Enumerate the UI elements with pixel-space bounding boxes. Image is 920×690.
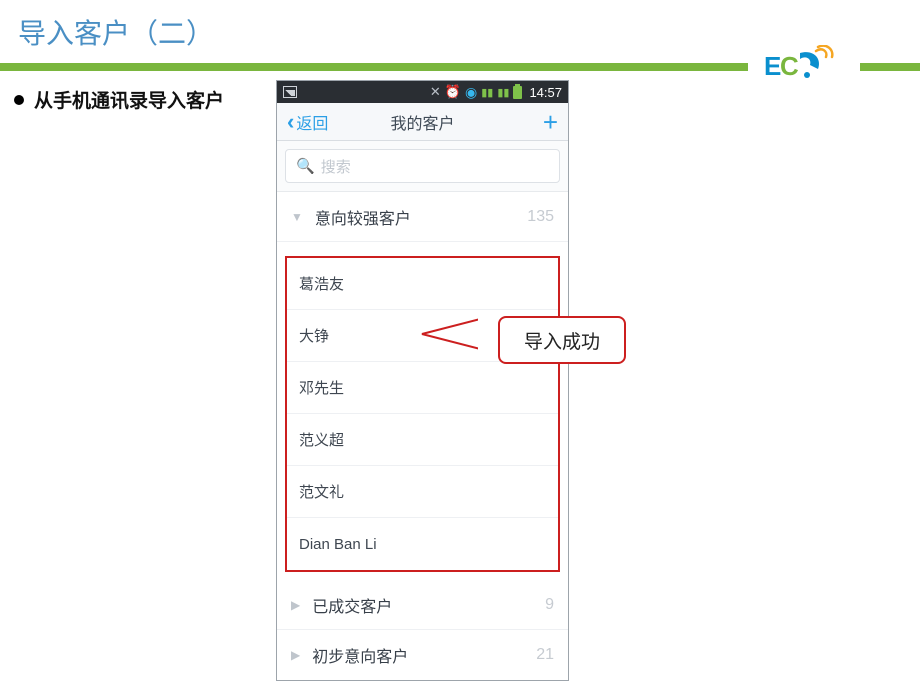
back-label: 返回 bbox=[296, 110, 328, 134]
contact-row[interactable]: 邓先生 bbox=[287, 362, 558, 414]
bullet-text: 从手机通讯录导入客户 bbox=[34, 86, 224, 113]
back-button[interactable]: ‹ 返回 bbox=[287, 110, 328, 134]
svg-text:C: C bbox=[780, 51, 799, 81]
group-count: 21 bbox=[536, 646, 554, 664]
group-row-collapsed[interactable]: ▶ 初步意向客户 21 bbox=[277, 630, 568, 680]
contact-row[interactable]: 范义超 bbox=[287, 414, 558, 466]
group-row-expanded[interactable]: ▼ 意向较强客户 135 bbox=[277, 192, 568, 242]
divider-bar: E C bbox=[0, 62, 920, 72]
signal-icon: ▮▮ bbox=[481, 86, 493, 99]
svg-text:E: E bbox=[764, 51, 781, 81]
search-input[interactable]: 🔍 搜索 bbox=[285, 149, 560, 183]
group-name: 意向较强客户 bbox=[315, 205, 411, 229]
android-status-bar: ✕ ⏰ ◉ ▮▮ ▮▮ 14:57 bbox=[277, 81, 568, 103]
group-count: 135 bbox=[527, 208, 554, 226]
callout: 导入成功 bbox=[440, 316, 626, 364]
chevron-down-icon: ▼ bbox=[291, 210, 303, 224]
bullet-dot-icon bbox=[14, 95, 24, 105]
contact-row[interactable]: 葛浩友 bbox=[287, 258, 558, 310]
alarm-icon: ⏰ bbox=[445, 84, 461, 100]
battery-icon bbox=[513, 86, 522, 99]
group-name: 初步意向客户 bbox=[312, 643, 408, 667]
group-row-collapsed[interactable]: ▶ 已成交客户 9 bbox=[277, 580, 568, 630]
phone-screenshot: ✕ ⏰ ◉ ▮▮ ▮▮ 14:57 ‹ 返回 我的客户 + 🔍 搜索 ▼ 意向较… bbox=[276, 80, 569, 681]
group-name: 已成交客户 bbox=[312, 593, 392, 617]
logo: E C bbox=[748, 45, 848, 89]
signal-icon-2: ▮▮ bbox=[497, 86, 509, 99]
app-nav-bar: ‹ 返回 我的客户 + bbox=[277, 103, 568, 141]
highlighted-contacts: 葛浩友 大铮 邓先生 范义超 范文礼 Dian Ban Li bbox=[285, 256, 560, 572]
search-placeholder: 搜索 bbox=[321, 156, 351, 177]
search-area: 🔍 搜索 bbox=[277, 141, 568, 192]
search-icon: 🔍 bbox=[296, 157, 315, 175]
mute-icon: ✕ bbox=[430, 84, 441, 100]
chevron-right-icon: ▶ bbox=[291, 598, 300, 612]
page-title: 我的客户 bbox=[390, 110, 454, 134]
callout-label: 导入成功 bbox=[498, 316, 626, 364]
picture-icon bbox=[283, 86, 297, 98]
contact-row[interactable]: Dian Ban Li bbox=[287, 518, 558, 570]
status-time: 14:57 bbox=[529, 85, 562, 100]
group-count: 9 bbox=[545, 596, 554, 614]
chevron-left-icon: ‹ bbox=[287, 111, 294, 133]
contact-row[interactable]: 范文礼 bbox=[287, 466, 558, 518]
add-button[interactable]: + bbox=[543, 109, 558, 135]
wifi-icon: ◉ bbox=[465, 84, 477, 101]
chevron-right-icon: ▶ bbox=[291, 648, 300, 662]
